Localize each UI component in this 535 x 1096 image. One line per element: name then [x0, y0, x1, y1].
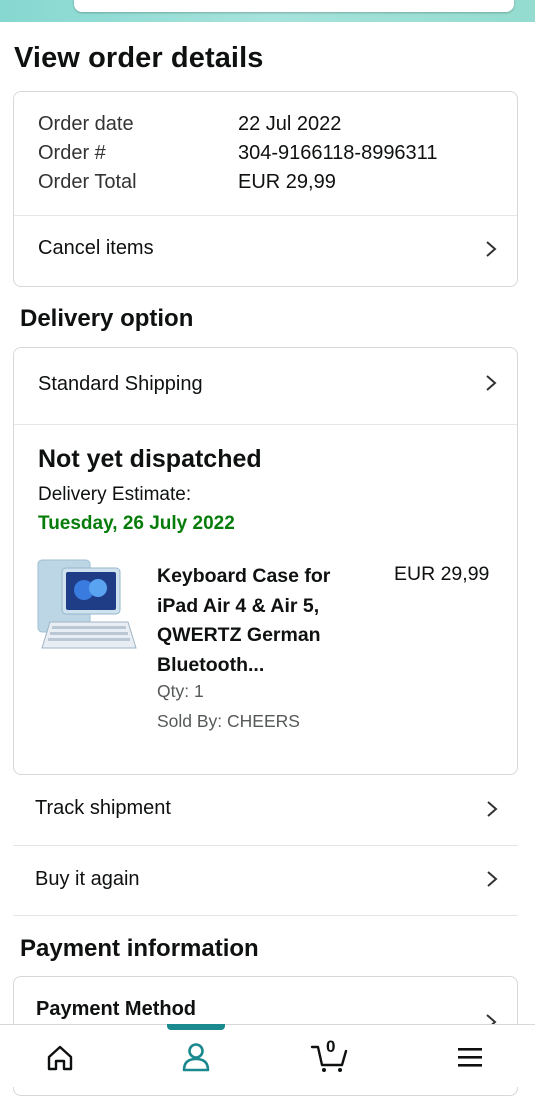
- menu-icon: [458, 1048, 482, 1067]
- product-image[interactable]: [36, 558, 140, 650]
- nav-cart[interactable]: 0: [300, 1025, 360, 1087]
- buy-it-again-row[interactable]: Buy it again: [13, 846, 518, 916]
- order-summary-card: Order date 22 Jul 2022 Order # 304-91661…: [13, 91, 518, 287]
- product-seller: Sold By: CHEERS: [157, 711, 300, 731]
- delivery-estimate-date: Tuesday, 26 July 2022: [38, 513, 235, 534]
- order-number-label: Order #: [38, 142, 106, 164]
- product-qty: Qty: 1: [157, 681, 204, 701]
- product-title[interactable]: Keyboard Case for iPad Air 4 & Air 5, QW…: [157, 562, 377, 680]
- divider: [13, 915, 518, 916]
- order-total-label: Order Total: [38, 171, 137, 193]
- order-date-value: 22 Jul 2022: [238, 113, 342, 135]
- product-price: EUR 29,99: [394, 563, 490, 585]
- cancel-items-label: Cancel items: [38, 237, 154, 259]
- bottom-navigation: 0: [0, 1024, 535, 1087]
- order-total-value: EUR 29,99: [238, 171, 336, 193]
- payment-method-label: Payment Method: [36, 998, 197, 1020]
- cancel-items-row[interactable]: Cancel items: [14, 216, 517, 286]
- chevron-right-icon: [487, 801, 498, 817]
- delivery-card: Standard Shipping Not yet dispatched Del…: [13, 347, 518, 775]
- shipping-option-row[interactable]: Standard Shipping: [14, 348, 517, 424]
- search-bar[interactable]: [74, 0, 514, 12]
- delivery-estimate-label: Delivery Estimate:: [38, 484, 192, 505]
- home-icon: [47, 1045, 73, 1071]
- page-title: View order details: [14, 42, 264, 74]
- nav-menu[interactable]: [440, 1025, 500, 1087]
- account-icon: [182, 1043, 210, 1072]
- product-title-line: Bluetooth...: [157, 653, 265, 676]
- product-title-line: Keyboard Case for: [157, 565, 331, 587]
- active-tab-indicator: [167, 1024, 225, 1030]
- buy-it-again-label: Buy it again: [35, 868, 140, 890]
- chevron-right-icon: [486, 241, 497, 257]
- product-title-line: iPad Air 4 & Air 5,: [157, 594, 320, 617]
- divider: [14, 424, 517, 425]
- track-shipment-label: Track shipment: [35, 797, 171, 819]
- nav-home[interactable]: [30, 1025, 90, 1087]
- shipping-option-label: Standard Shipping: [38, 373, 203, 395]
- chevron-right-icon: [487, 871, 498, 887]
- payment-section-title: Payment information: [20, 935, 259, 962]
- cart-count-badge: 0: [326, 1037, 336, 1056]
- chevron-right-icon: [486, 375, 497, 391]
- order-number-value: 304-9166118-8996311: [238, 142, 438, 164]
- dispatch-status: Not yet dispatched: [38, 445, 262, 473]
- product-title-line: QWERTZ German: [157, 624, 321, 646]
- order-date-label: Order date: [38, 113, 134, 135]
- track-shipment-row[interactable]: Track shipment: [13, 775, 518, 845]
- nav-account[interactable]: [166, 1025, 226, 1087]
- delivery-section-title: Delivery option: [20, 305, 194, 332]
